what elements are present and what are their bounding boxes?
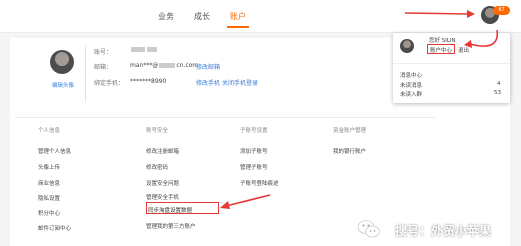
- email-value: man***@ cn.com: [130, 62, 199, 69]
- edit-avatar-link[interactable]: 编辑头像: [52, 81, 74, 89]
- account-label: 账号：: [94, 49, 113, 56]
- link-change-password[interactable]: 修改密码: [146, 163, 168, 171]
- link-email-subscription[interactable]: 邮件订阅中心: [38, 224, 71, 232]
- link-change-registered-email[interactable]: 修改注册邮箱: [146, 147, 179, 155]
- section-divider: [15, 117, 435, 118]
- column-header-personal-info: 个人信息: [38, 128, 61, 134]
- notification-badge: 87: [493, 6, 510, 15]
- phone-label: 绑定手机：: [94, 80, 125, 87]
- unread-requests-label[interactable]: 未读入群: [400, 90, 422, 98]
- dropdown-avatar: [400, 39, 414, 53]
- account-dropdown-menu: 您好 SILIN 账户中心 退出 消息中心 未读消息 4 未读入群 53: [393, 33, 510, 103]
- column-header-sub-accounts: 子账号设置: [240, 128, 268, 134]
- watermark-text: 搜号：外贸小苹果: [395, 224, 492, 238]
- profile-avatar: [50, 50, 74, 74]
- nav-item-growth[interactable]: 成长: [194, 11, 210, 22]
- unread-requests-count: 53: [494, 90, 501, 96]
- account-value: [130, 46, 158, 53]
- dropdown-divider: [393, 63, 510, 64]
- unread-messages-count: 4: [497, 81, 501, 87]
- link-bank-accounts[interactable]: 我的银行账户: [333, 147, 366, 155]
- top-nav-bar: 业务 成长 账户 87: [0, 0, 521, 33]
- link-business-info[interactable]: 商业信息: [38, 179, 60, 187]
- nav-item-business[interactable]: 业务: [158, 11, 174, 22]
- dropdown-greeting: 您好 SILIN: [429, 38, 456, 44]
- link-manage-third-party-accounts[interactable]: 管理我的第三方账户: [146, 222, 196, 230]
- link-security-question[interactable]: 设置安全问题: [146, 179, 179, 187]
- link-manage-security-phone[interactable]: 管理安全手机: [146, 193, 179, 201]
- close-phone-login-link[interactable]: 关闭手机登录: [222, 78, 258, 87]
- link-sub-account-login-traces[interactable]: 子账号登陆痕迹: [240, 179, 279, 187]
- message-center-title[interactable]: 消息中心: [400, 71, 422, 79]
- column-header-account-security: 账号安全: [146, 128, 169, 134]
- profile-divider: [85, 46, 86, 102]
- link-avatar-upload[interactable]: 头像上传: [38, 163, 60, 171]
- link-privacy-settings[interactable]: 隐私设置: [38, 194, 60, 202]
- wechat-logo-icon: [357, 220, 380, 238]
- annotation-highlight-box: [146, 202, 219, 214]
- edit-email-link[interactable]: 修改邮箱: [196, 62, 220, 71]
- annotation-highlight-box-dropdown: [427, 44, 455, 54]
- link-add-sub-account[interactable]: 添加子账号: [240, 147, 268, 155]
- link-manage-sub-accounts[interactable]: 管理子账号: [240, 163, 268, 171]
- nav-item-account[interactable]: 账户: [227, 11, 249, 28]
- email-label: 邮箱：: [94, 64, 113, 71]
- edit-phone-link[interactable]: 修改手机: [196, 78, 220, 87]
- logout-link[interactable]: 退出: [458, 46, 469, 54]
- link-points-center[interactable]: 积分中心: [38, 209, 60, 217]
- link-manage-personal-info[interactable]: 管理个人信息: [38, 147, 71, 155]
- unread-messages-label[interactable]: 未读消息: [400, 81, 422, 89]
- phone-value: *******8990: [130, 78, 167, 85]
- column-header-funds: 资金账户管理: [333, 128, 367, 134]
